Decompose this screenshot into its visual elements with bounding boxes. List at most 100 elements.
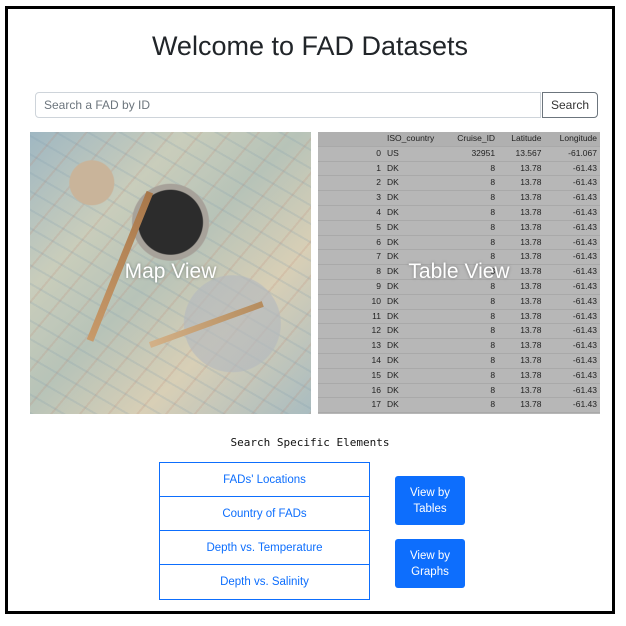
table-cell: 16 (318, 383, 384, 399)
section-title: Search Specific Elements (230, 436, 390, 449)
table-row: 18DK813.78-61.43 (318, 412, 600, 414)
table-cell: DK (384, 161, 442, 177)
table-cell: 17 (318, 397, 384, 414)
table-cell: DK (384, 338, 442, 354)
table-cell: -61.43 (544, 323, 600, 340)
table-row: 15 DK 8 13.78 -61.43 (318, 368, 600, 384)
table-cell: -61.43 (544, 190, 600, 206)
table-row: 6 DK 8 13.78 -61.43 (318, 235, 600, 251)
table-cell: 12 (318, 323, 384, 340)
table-cell: -61.43 (544, 161, 600, 177)
table-header-cell: Latitude (498, 132, 545, 147)
table-row: 0 US 32951 13.567 -61.067 (318, 146, 600, 162)
table-row: 13 DK 8 13.78 -61.43 (318, 338, 600, 354)
table-cell: DK (384, 397, 442, 414)
table-row: 10 DK 8 13.78 -61.43 (318, 294, 600, 310)
table-cell: 8 (442, 368, 499, 384)
table-cell: DK (384, 190, 442, 206)
table-cell: 13.78 (498, 353, 545, 369)
table-cell: 8 (442, 338, 499, 354)
table-cell: 13.78 (498, 161, 545, 177)
table-cell: 2 (318, 175, 384, 192)
table-row: 11 DK 8 13.78 -61.43 (318, 309, 600, 325)
table-cell: 8 (442, 309, 499, 325)
table-cell: 8 (442, 412, 499, 414)
table-cell: 13.78 (498, 338, 545, 354)
table-cell: 13.78 (498, 412, 545, 414)
table-cell: -61.43 (544, 383, 600, 399)
table-cell: 4 (318, 205, 384, 221)
table-cell: 13.78 (498, 175, 545, 192)
table-row: 2 DK 8 13.78 -61.43 (318, 175, 600, 192)
pencil-image (148, 301, 264, 348)
table-cell: DK (384, 368, 442, 384)
table-cell: 13.78 (498, 190, 545, 206)
table-cell: 13.78 (498, 205, 545, 221)
list-item-depth-vs-temperature[interactable]: Depth vs. Temperature (160, 531, 369, 565)
view-by-tables-button[interactable]: View by Tables (395, 476, 465, 525)
search-button[interactable]: Search (542, 92, 598, 118)
table-cell: DK (384, 175, 442, 192)
table-cell: DK (384, 235, 442, 251)
table-header-cell: Cruise_ID (442, 132, 499, 147)
table-cell: 15 (318, 368, 384, 384)
table-cell: 13.78 (498, 397, 545, 414)
table-cell: 13.78 (498, 235, 545, 251)
fad-search-input[interactable] (35, 92, 541, 118)
table-cell: 13.78 (498, 220, 545, 236)
list-item-fads-locations[interactable]: FADs' Locations (160, 463, 369, 497)
table-cell: 8 (442, 294, 499, 310)
table-cell: -61.43 (544, 338, 600, 354)
table-cell: DK (384, 323, 442, 340)
table-cell: -61.43 (544, 368, 600, 384)
table-cell: 11 (318, 309, 384, 325)
table-row: 1 DK 8 13.78 -61.43 (318, 161, 600, 177)
table-cell: -61.43 (544, 294, 600, 310)
table-header-cell (318, 132, 384, 147)
view-by-graphs-button[interactable]: View by Graphs (395, 539, 465, 588)
list-item-country-of-fads[interactable]: Country of FADs (160, 497, 369, 531)
table-row: 16 DK 8 13.78 -61.43 (318, 383, 600, 399)
table-row: 3 DK 8 13.78 -61.43 (318, 190, 600, 206)
table-cell: DK (384, 220, 442, 236)
table-cell: DK (384, 309, 442, 325)
table-cell: 18 (318, 412, 384, 414)
table-header-cell: ISO_country (384, 132, 442, 147)
table-cell: 8 (442, 383, 499, 399)
table-cell: DK (384, 205, 442, 221)
table-view-card[interactable]: ISO_country Cruise_ID Latitude Longitude… (318, 132, 600, 414)
table-row: 12 DK 8 13.78 -61.43 (318, 323, 600, 340)
table-row: 4 DK 8 13.78 -61.43 (318, 205, 600, 221)
specific-elements-list: FADs' Locations Country of FADs Depth vs… (159, 462, 370, 600)
table-cell: 3 (318, 190, 384, 206)
table-cell: -61.43 (544, 353, 600, 369)
table-cell: 10 (318, 294, 384, 310)
list-item-depth-vs-salinity[interactable]: Depth vs. Salinity (160, 565, 369, 599)
table-cell: -61.43 (544, 412, 600, 414)
table-cell: 13.78 (498, 309, 545, 325)
table-cell: 32951 (442, 146, 499, 162)
table-cell: 8 (442, 205, 499, 221)
table-cell: 8 (442, 220, 499, 236)
page-title: Welcome to FAD Datasets (151, 31, 469, 61)
table-cell: 13 (318, 338, 384, 354)
table-cell: DK (384, 412, 442, 414)
table-cell: 13.78 (498, 294, 545, 310)
table-cell: 8 (442, 235, 499, 251)
page-frame: Welcome to FAD Datasets Search Map View … (5, 6, 615, 614)
table-cell: DK (384, 294, 442, 310)
table-cell: DK (384, 383, 442, 399)
table-cell: -61.43 (544, 175, 600, 192)
table-view-label: Table View (408, 260, 510, 283)
map-view-card[interactable]: Map View (30, 132, 311, 414)
table-cell: 13.78 (498, 323, 545, 340)
table-cell: 8 (442, 161, 499, 177)
table-header-cell: Longitude (544, 132, 600, 147)
table-cell: -61.43 (544, 205, 600, 221)
table-cell: 8 (442, 353, 499, 369)
table-row: 17 DK 8 13.78 -61.43 (318, 397, 600, 414)
table-cell: US (384, 146, 442, 162)
map-view-label: Map View (124, 260, 217, 283)
table-cell: 8 (442, 323, 499, 340)
table-cell: -61.43 (544, 220, 600, 236)
